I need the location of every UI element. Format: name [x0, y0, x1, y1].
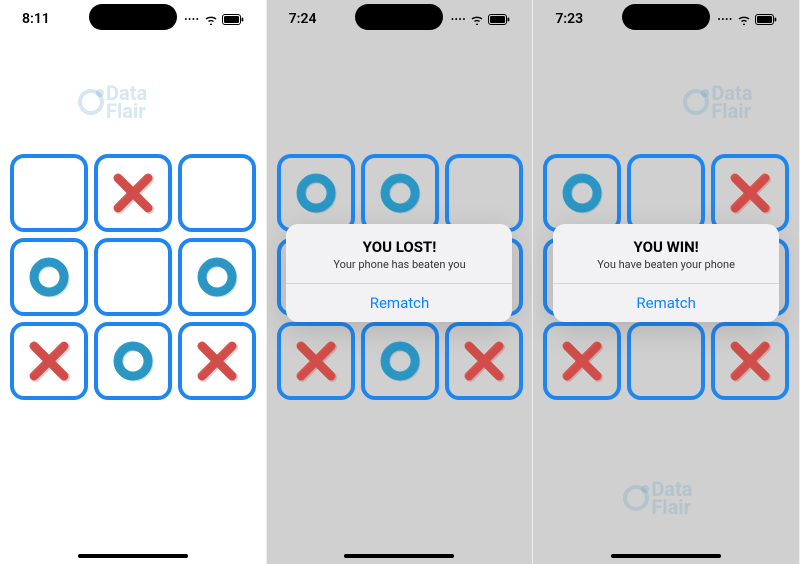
- watermark: DataFlair: [683, 84, 752, 120]
- x-mark-icon: [26, 338, 72, 384]
- wifi-icon: [737, 14, 751, 25]
- cell-2-0[interactable]: [10, 322, 88, 400]
- status-bar: 7:24 ••••: [267, 0, 533, 38]
- x-mark-icon: [559, 338, 605, 384]
- notch: [89, 4, 177, 30]
- cell-2-0[interactable]: [277, 322, 355, 400]
- status-time: 8:11: [22, 11, 50, 27]
- watermark: DataFlair: [78, 84, 147, 120]
- battery-icon: [755, 14, 777, 25]
- cell-2-2[interactable]: [711, 322, 789, 400]
- cell-0-0[interactable]: [277, 154, 355, 232]
- x-mark-icon: [727, 338, 773, 384]
- signal-dots-icon: ••••: [718, 15, 733, 24]
- cell-2-2[interactable]: [178, 322, 256, 400]
- notch: [355, 4, 443, 30]
- alert-title: YOU WIN!: [553, 224, 779, 256]
- wifi-icon: [470, 14, 484, 25]
- battery-icon: [222, 14, 244, 25]
- notch: [622, 4, 710, 30]
- status-right: ••••: [718, 14, 777, 25]
- cell-0-0[interactable]: [10, 154, 88, 232]
- rematch-button[interactable]: Rematch: [553, 283, 779, 322]
- x-mark-icon: [110, 170, 156, 216]
- o-mark-icon: [110, 338, 156, 384]
- cell-2-2[interactable]: [445, 322, 523, 400]
- result-alert: YOU WIN! You have beaten your phone Rema…: [553, 224, 779, 322]
- wifi-icon: [204, 14, 218, 25]
- game-board: [10, 154, 256, 400]
- status-time: 7:24: [289, 11, 317, 27]
- o-mark-icon: [194, 254, 240, 300]
- rematch-button[interactable]: Rematch: [286, 283, 512, 322]
- cell-0-1[interactable]: [361, 154, 439, 232]
- cell-0-2[interactable]: [445, 154, 523, 232]
- cell-2-0[interactable]: [543, 322, 621, 400]
- cell-1-1[interactable]: [94, 238, 172, 316]
- home-indicator[interactable]: [78, 554, 188, 558]
- watermark: DataFlair: [623, 480, 692, 516]
- cell-2-1[interactable]: [627, 322, 705, 400]
- home-indicator[interactable]: [611, 554, 721, 558]
- cell-2-1[interactable]: [361, 322, 439, 400]
- o-mark-icon: [559, 170, 605, 216]
- alert-message: You have beaten your phone: [553, 256, 779, 283]
- o-mark-icon: [26, 254, 72, 300]
- status-time: 7:23: [555, 11, 583, 27]
- status-bar: 8:11 ••••: [0, 0, 266, 38]
- o-mark-icon: [377, 170, 423, 216]
- cell-0-1[interactable]: [627, 154, 705, 232]
- cell-1-2[interactable]: [178, 238, 256, 316]
- status-right: ••••: [451, 14, 510, 25]
- cell-0-1[interactable]: [94, 154, 172, 232]
- result-alert: YOU LOST! Your phone has beaten you Rema…: [286, 224, 512, 322]
- alert-message: Your phone has beaten you: [286, 256, 512, 283]
- o-mark-icon: [293, 170, 339, 216]
- cell-2-1[interactable]: [94, 322, 172, 400]
- cell-1-0[interactable]: [10, 238, 88, 316]
- o-mark-icon: [377, 338, 423, 384]
- x-mark-icon: [461, 338, 507, 384]
- cell-0-0[interactable]: [543, 154, 621, 232]
- phone-screen-3: 7:23 •••• DataFlair DataFlair YOU WIN!: [533, 0, 800, 564]
- cell-0-2[interactable]: [178, 154, 256, 232]
- signal-dots-icon: ••••: [184, 15, 199, 24]
- signal-dots-icon: ••••: [451, 15, 466, 24]
- status-right: ••••: [184, 14, 243, 25]
- battery-icon: [488, 14, 510, 25]
- phone-screen-2: 7:24 •••• YOU LOST! Your phone has beate…: [267, 0, 534, 564]
- x-mark-icon: [727, 170, 773, 216]
- x-mark-icon: [293, 338, 339, 384]
- phone-screen-1: 8:11 •••• DataFlair: [0, 0, 267, 564]
- x-mark-icon: [194, 338, 240, 384]
- home-indicator[interactable]: [344, 554, 454, 558]
- status-bar: 7:23 ••••: [533, 0, 799, 38]
- alert-title: YOU LOST!: [286, 224, 512, 256]
- cell-0-2[interactable]: [711, 154, 789, 232]
